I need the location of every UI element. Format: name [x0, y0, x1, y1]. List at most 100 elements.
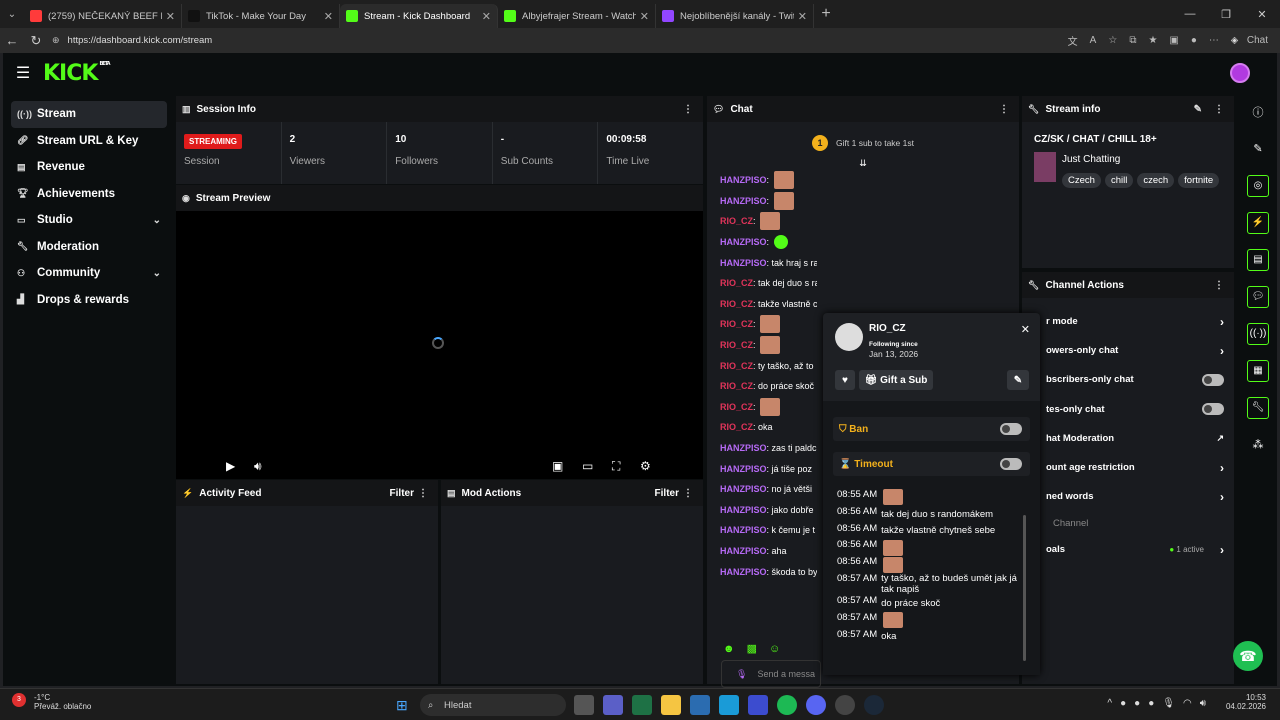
sidebar-item-achievements[interactable]: 🏆︎ Achievements	[11, 181, 167, 208]
back-icon[interactable]: ←	[0, 33, 24, 48]
chat-message[interactable]: RIO_CZ:	[707, 335, 817, 356]
chat-username[interactable]: RIO_CZ	[720, 340, 753, 350]
edit-icon[interactable]: ✎	[1194, 104, 1202, 115]
chat-username[interactable]: HANZPISO	[720, 525, 767, 535]
edit-icon[interactable]: ✎	[1239, 130, 1277, 167]
chat-message[interactable]: RIO_CZ: tak dej duo s randomákem	[707, 273, 817, 294]
sidebar-item-community[interactable]: ⚇ Community ⌄	[11, 260, 167, 287]
chat-username[interactable]: HANZPISO	[720, 567, 767, 577]
channel-action-row[interactable]: bscribers-only chat	[1022, 365, 1234, 394]
sidebar-item-stream-url-key[interactable]: 🔗︎ Stream URL & Key	[11, 128, 167, 155]
discord-icon[interactable]	[806, 695, 826, 715]
mic-icon[interactable]: 🎙︎	[1162, 698, 1183, 709]
tab-close-icon[interactable]: ✕	[798, 10, 807, 23]
emote-icon[interactable]: ☻	[723, 643, 747, 655]
chat-username[interactable]: HANZPISO	[720, 546, 767, 556]
tray-app-icon[interactable]: ●	[1120, 698, 1134, 709]
rail-button[interactable]: ((·))	[1239, 315, 1277, 352]
favorite-icon[interactable]: ☆	[1108, 35, 1117, 46]
channel-action-row[interactable]: ount age restriction ›	[1022, 453, 1234, 482]
stream-info-more-icon[interactable]: ⋮	[1214, 104, 1224, 115]
tab-close-icon[interactable]: ✕	[166, 10, 175, 23]
browser-tab[interactable]: Nejoblíbenější kanály - Twitch ✕	[656, 4, 814, 28]
chat-username[interactable]: HANZPISO	[720, 175, 767, 185]
chat-message[interactable]: RIO_CZ: do práce skoč	[707, 376, 817, 397]
mod-filter-button[interactable]: Filter	[655, 488, 679, 499]
rail-button[interactable]: ▤	[1239, 241, 1277, 278]
rail-button[interactable]: ▦	[1239, 352, 1277, 389]
volume-icon[interactable]: 🔊︎	[254, 459, 262, 474]
site-info-icon[interactable]: ⊕	[52, 35, 60, 46]
wifi-icon[interactable]: ◠	[1183, 698, 1200, 709]
chat-username[interactable]: HANZPISO	[720, 443, 767, 453]
ban-row[interactable]: ⛉ Ban	[833, 417, 1030, 441]
rail-button[interactable]: 🔧︎	[1239, 389, 1277, 426]
chat-username[interactable]: RIO_CZ	[720, 361, 753, 371]
new-tab-button[interactable]: +	[814, 5, 838, 23]
reload-icon[interactable]: ↻	[24, 33, 48, 49]
chat-message[interactable]: RIO_CZ:	[707, 314, 817, 335]
play-icon[interactable]: ▶	[226, 459, 235, 473]
sidebar-item-moderation[interactable]: 🔧︎ Moderation	[11, 234, 167, 261]
edge-icon[interactable]	[719, 695, 739, 715]
gift-sub-button[interactable]: 🎁︎ Gift a Sub	[859, 370, 933, 390]
chat-more-icon[interactable]: ⋮	[999, 104, 1009, 115]
stream-tag[interactable]: czech	[1137, 173, 1175, 188]
sidebar-item-revenue[interactable]: ▤ Revenue	[11, 154, 167, 181]
chat-message[interactable]: HANZPISO: zas ti paldc	[707, 438, 817, 459]
volume-icon[interactable]: 🔊︎	[1200, 698, 1214, 709]
tray-app-icon[interactable]: ●	[1148, 698, 1162, 709]
collections-icon[interactable]: ▣	[1169, 35, 1178, 46]
tab-close-icon[interactable]: ✕	[640, 10, 649, 23]
channel-actions-more-icon[interactable]: ⋮	[1214, 280, 1224, 291]
store-icon[interactable]	[690, 695, 710, 715]
chat-username[interactable]: HANZPISO	[720, 484, 767, 494]
chat-message[interactable]: RIO_CZ: oka	[707, 417, 817, 438]
chat-username[interactable]: HANZPISO	[720, 464, 767, 474]
channel-action-toggle[interactable]	[1202, 373, 1224, 386]
stream-tag[interactable]: Czech	[1062, 173, 1101, 188]
clock[interactable]: 10:53 04.02.2026	[1226, 693, 1266, 711]
translate-icon[interactable]: 文	[1068, 33, 1078, 48]
user-avatar[interactable]	[1230, 63, 1250, 83]
tray-chevron-icon[interactable]: ^	[1107, 698, 1120, 709]
chat-input[interactable]: 🎙︎ Send a messa	[721, 660, 821, 688]
favorites-bar-icon[interactable]: ★	[1148, 35, 1157, 46]
channel-action-row[interactable]: ned words ›	[1022, 482, 1234, 511]
chat-username[interactable]: RIO_CZ	[720, 402, 753, 412]
browser-tab[interactable]: Stream - Kick Dashboard ✕	[340, 4, 498, 28]
spotify-icon[interactable]	[777, 695, 797, 715]
start-icon[interactable]: ⊞	[396, 697, 408, 714]
chat-username[interactable]: RIO_CZ	[720, 319, 753, 329]
chat-message[interactable]: RIO_CZ:	[707, 211, 817, 232]
chat-username[interactable]: HANZPISO	[720, 237, 767, 247]
tray-app-icon[interactable]: ●	[1134, 698, 1148, 709]
profile-icon[interactable]: ●	[1191, 35, 1197, 46]
sidebar-item-stream[interactable]: ((·)) Stream	[11, 101, 167, 128]
chat-message[interactable]: HANZPISO:	[707, 232, 817, 253]
channel-action-row[interactable]: tes-only chat	[1022, 395, 1234, 424]
chat-message[interactable]: RIO_CZ:	[707, 397, 817, 418]
fullscreen-icon[interactable]: ⛶	[612, 459, 620, 474]
chat-message[interactable]: RIO_CZ: ty taško, až to	[707, 355, 817, 376]
app-icon[interactable]	[748, 695, 768, 715]
chat-message[interactable]: HANZPISO: já tiše poz	[707, 458, 817, 479]
browser-tab[interactable]: TikTok - Make Your Day ✕	[182, 4, 340, 28]
taskbar-search[interactable]: ⌕ Hledat	[420, 694, 566, 716]
popup-username[interactable]: RIO_CZ	[869, 323, 906, 334]
chat-username[interactable]: HANZPISO	[720, 258, 767, 268]
browser-tab[interactable]: (2759) NEČEKANÝ BEEF NA ZÁVĚR ✕	[24, 4, 182, 28]
steam-icon[interactable]	[864, 695, 884, 715]
activity-filter-button[interactable]: Filter	[390, 488, 414, 499]
rail-button[interactable]: ⚡	[1239, 204, 1277, 241]
obs-icon[interactable]	[835, 695, 855, 715]
extensions-icon[interactable]: ⧉	[1129, 35, 1136, 46]
channel-action-row[interactable]: owers-only chat ›	[1022, 336, 1234, 365]
share-icon[interactable]: ⁂	[1239, 426, 1277, 463]
timeout-toggle[interactable]	[1000, 458, 1022, 470]
chat-message[interactable]: HANZPISO: škoda to by	[707, 561, 817, 582]
emote-icon[interactable]: ☺	[769, 643, 792, 655]
goals-row[interactable]: oals ● 1 active ›	[1022, 535, 1234, 564]
tab-menu-icon[interactable]: ⌄	[0, 0, 24, 28]
session-more-icon[interactable]: ⋮	[683, 104, 693, 115]
